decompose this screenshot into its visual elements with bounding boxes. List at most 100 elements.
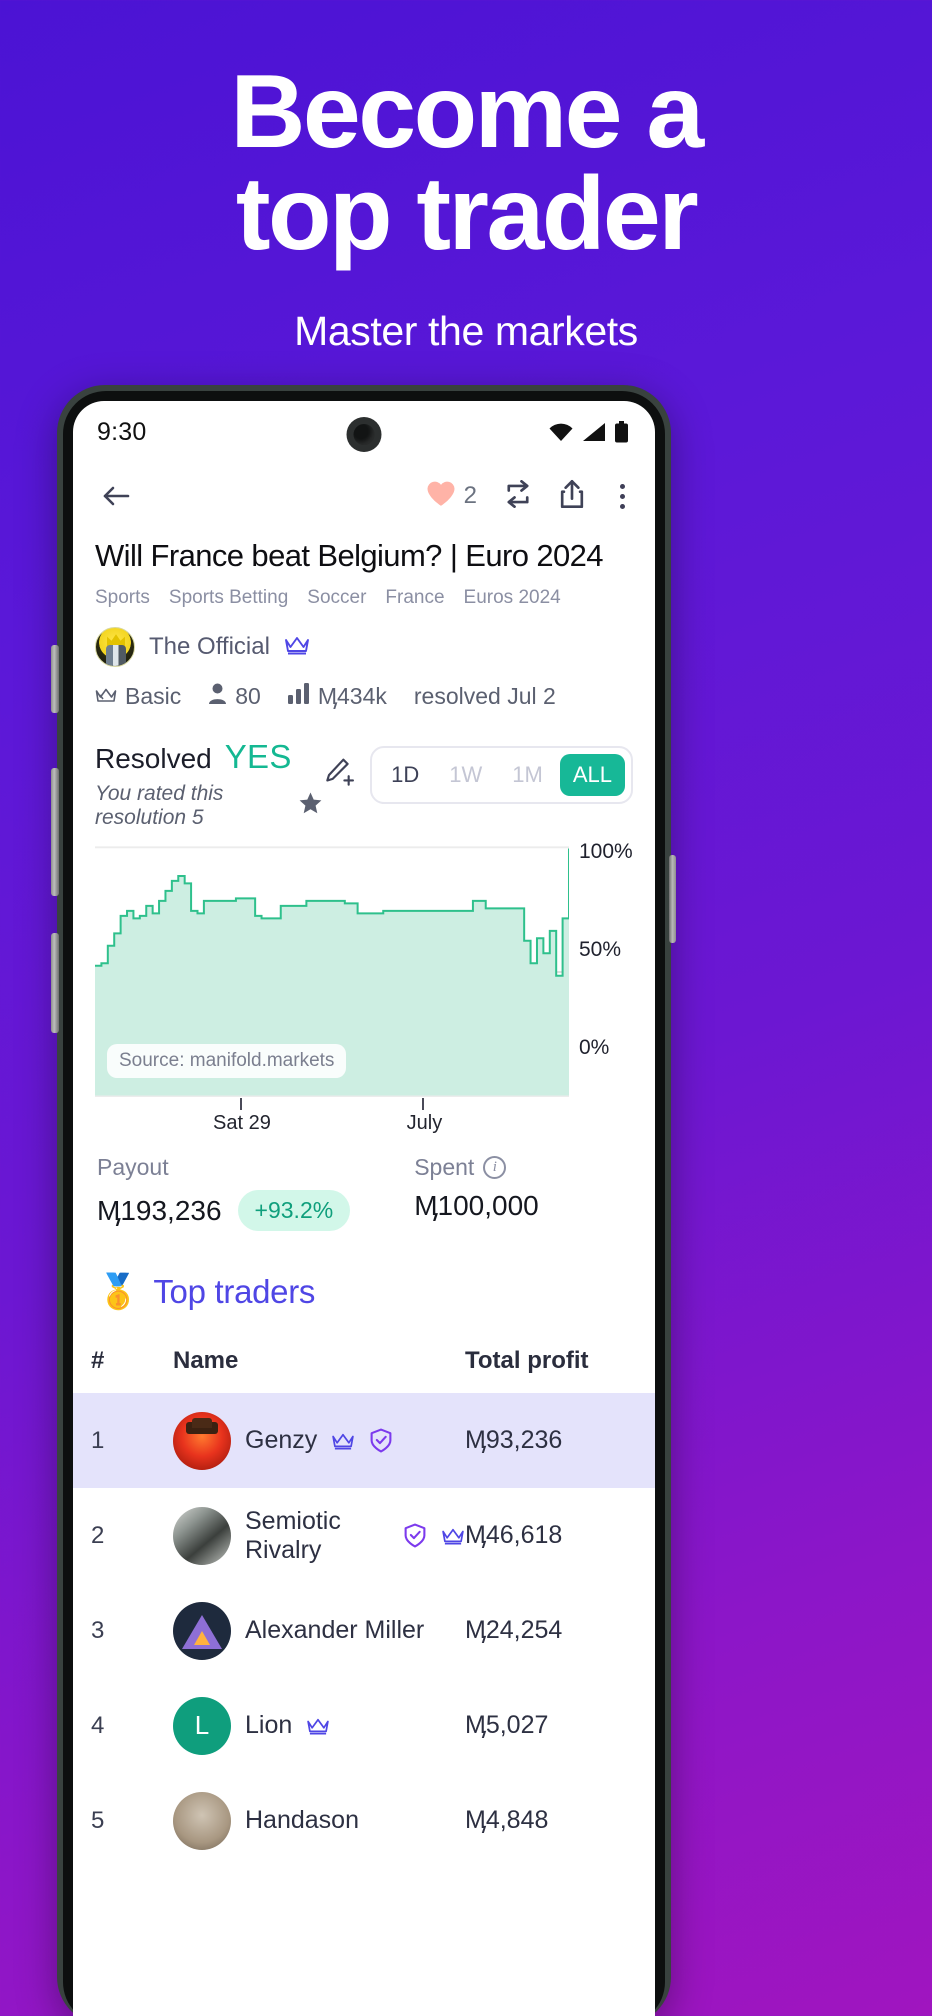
time-range-selector: 1D 1W 1M ALL — [370, 746, 633, 805]
resolution-rating-text: You rated this resolution 5 — [95, 782, 224, 830]
info-icon[interactable]: i — [483, 1156, 507, 1180]
range-button-1d[interactable]: 1D — [378, 754, 432, 796]
range-button-1m[interactable]: 1M — [499, 754, 556, 796]
x-tick-mark — [422, 1098, 425, 1111]
table-row[interactable]: 4 L Lion Ӎ5,027 — [73, 1678, 655, 1773]
person-icon — [208, 683, 227, 710]
avatar[interactable] — [173, 1506, 231, 1565]
x-tick-mark — [239, 1098, 242, 1111]
spent-label-row: Spent i — [414, 1154, 539, 1181]
side-button-right[interactable] — [669, 855, 676, 943]
power-button[interactable] — [51, 933, 59, 1033]
column-header-name: Name — [173, 1347, 239, 1375]
spent-value-row: Ӎ100,000 — [414, 1190, 539, 1222]
avatar[interactable]: L — [173, 1696, 231, 1755]
resolution-rating: You rated this resolution 5 — [95, 782, 322, 830]
wifi-icon — [548, 422, 574, 442]
row-name-cell[interactable]: Genzy — [173, 1411, 465, 1470]
repost-icon[interactable] — [503, 479, 533, 513]
payout-label: Payout — [97, 1154, 169, 1181]
row-name-cell[interactable]: L Lion — [173, 1696, 465, 1755]
table-header: # Name Total profit — [73, 1347, 655, 1393]
x-tick-label-2: July — [406, 1112, 443, 1135]
table-row[interactable]: 5 Handason Ӎ4,848 — [73, 1773, 655, 1868]
payout-block: Payout Ӎ193,236 +93.2% — [97, 1154, 351, 1232]
tag-item[interactable]: Euros 2024 — [464, 587, 561, 609]
app-navbar: 2 — [73, 463, 655, 525]
avatar[interactable] — [173, 1411, 231, 1470]
like-count: 2 — [463, 482, 477, 509]
volume-up-button[interactable] — [51, 645, 59, 713]
avatar[interactable] — [173, 1791, 231, 1850]
chart-source-label: Source: manifold.markets — [107, 1044, 347, 1079]
row-trader-name[interactable]: Handason — [245, 1806, 359, 1835]
tag-item[interactable]: Sports — [95, 587, 150, 609]
tag-list: Sports Sports Betting Soccer France Euro… — [95, 587, 633, 609]
like-button[interactable]: 2 — [426, 480, 477, 512]
stat-volume-value: Ӎ434k — [317, 683, 387, 710]
star-icon[interactable] — [299, 792, 322, 820]
probability-chart[interactable]: Source: manifold.markets 100% 50% 0% — [95, 840, 633, 1098]
share-icon[interactable] — [559, 479, 585, 514]
heart-icon[interactable] — [426, 480, 456, 512]
row-name-cell[interactable]: Alexander Miller — [173, 1601, 465, 1660]
chart-controls: 1D 1W 1M ALL — [322, 736, 633, 805]
tag-item[interactable]: Soccer — [307, 587, 366, 609]
status-bar: 9:30 — [73, 401, 655, 463]
row-trader-name[interactable]: Genzy — [245, 1426, 317, 1455]
stat-tier-label: Basic — [125, 683, 182, 710]
table-row[interactable]: 3 Alexander Miller Ӎ24,254 — [73, 1583, 655, 1678]
edit-add-icon[interactable] — [322, 757, 355, 794]
promo-headline-line1: Become a — [230, 54, 704, 170]
market-content: Will France beat Belgium? | Euro 2024 Sp… — [73, 537, 655, 1311]
back-arrow-icon[interactable] — [93, 473, 139, 519]
avatar[interactable] — [95, 627, 135, 668]
row-profit: Ӎ5,027 — [465, 1711, 549, 1740]
promo-headline: Become a top trader — [0, 60, 932, 266]
row-profit: Ӎ93,236 — [465, 1426, 563, 1455]
row-name-cell[interactable]: Handason — [173, 1791, 465, 1850]
creator-name[interactable]: The Official — [149, 633, 270, 661]
chart-plot-area[interactable]: Source: manifold.markets — [95, 846, 569, 1098]
chart-x-axis: Sat 29 July — [95, 1098, 569, 1144]
avatar[interactable] — [173, 1601, 231, 1660]
column-header-rank: # — [91, 1347, 105, 1375]
medal-icon: 🥇 — [97, 1273, 140, 1312]
payout-change-badge: +93.2% — [237, 1190, 351, 1232]
row-trader-name[interactable]: Alexander Miller — [245, 1616, 424, 1645]
row-trader-name[interactable]: Lion — [245, 1711, 292, 1740]
bar-chart-icon — [287, 683, 310, 710]
promo-banner: Become a top trader Master the markets — [0, 0, 932, 355]
volume-down-button[interactable] — [51, 768, 59, 896]
table-row[interactable]: 1 Genzy Ӎ93,236 — [73, 1393, 655, 1489]
row-profit: Ӎ46,618 — [465, 1521, 563, 1550]
range-button-all[interactable]: ALL — [559, 754, 625, 797]
tag-item[interactable]: Sports Betting — [169, 587, 288, 609]
creator-row[interactable]: The Official — [95, 627, 633, 668]
chart-y-axis: 100% 50% 0% — [573, 840, 633, 1098]
column-header-profit: Total profit — [465, 1347, 589, 1375]
stat-resolved-date: resolved Jul 2 — [413, 683, 556, 710]
resolution-row: Resolved YES You rated this resolution 5 — [95, 736, 633, 830]
row-name-cell[interactable]: Semiotic Rivalry — [173, 1506, 465, 1565]
table-body: 1 Genzy Ӎ93,236 2 Semiotic Rivalry Ӎ46,618 3 Al… — [73, 1393, 655, 1868]
crown-icon — [331, 1432, 355, 1450]
tag-item[interactable]: France — [385, 587, 444, 609]
spent-label: Spent — [414, 1154, 475, 1181]
resolution-status: Resolved YES — [95, 738, 322, 776]
range-button-1w[interactable]: 1W — [436, 754, 495, 796]
more-vertical-icon[interactable] — [611, 483, 633, 509]
payout-section: Payout Ӎ193,236 +93.2% Spent i Ӎ100,000 — [95, 1154, 633, 1232]
phone-mockup: 9:30 2 Will France beat Belgium? | Euro … — [51, 385, 676, 2016]
row-profit: Ӎ24,254 — [465, 1616, 563, 1645]
y-tick-50: 50% — [579, 938, 622, 962]
row-trader-name[interactable]: Semiotic Rivalry — [245, 1507, 389, 1565]
cellular-signal-icon — [582, 422, 606, 442]
table-row[interactable]: 2 Semiotic Rivalry Ӎ46,618 — [73, 1488, 655, 1583]
stat-tier: Basic — [95, 683, 181, 710]
row-rank: 5 — [91, 1806, 105, 1834]
status-time: 9:30 — [97, 417, 147, 446]
spent-block: Spent i Ӎ100,000 — [414, 1154, 539, 1231]
battery-icon — [614, 421, 629, 443]
promo-subtitle: Master the markets — [294, 307, 638, 354]
